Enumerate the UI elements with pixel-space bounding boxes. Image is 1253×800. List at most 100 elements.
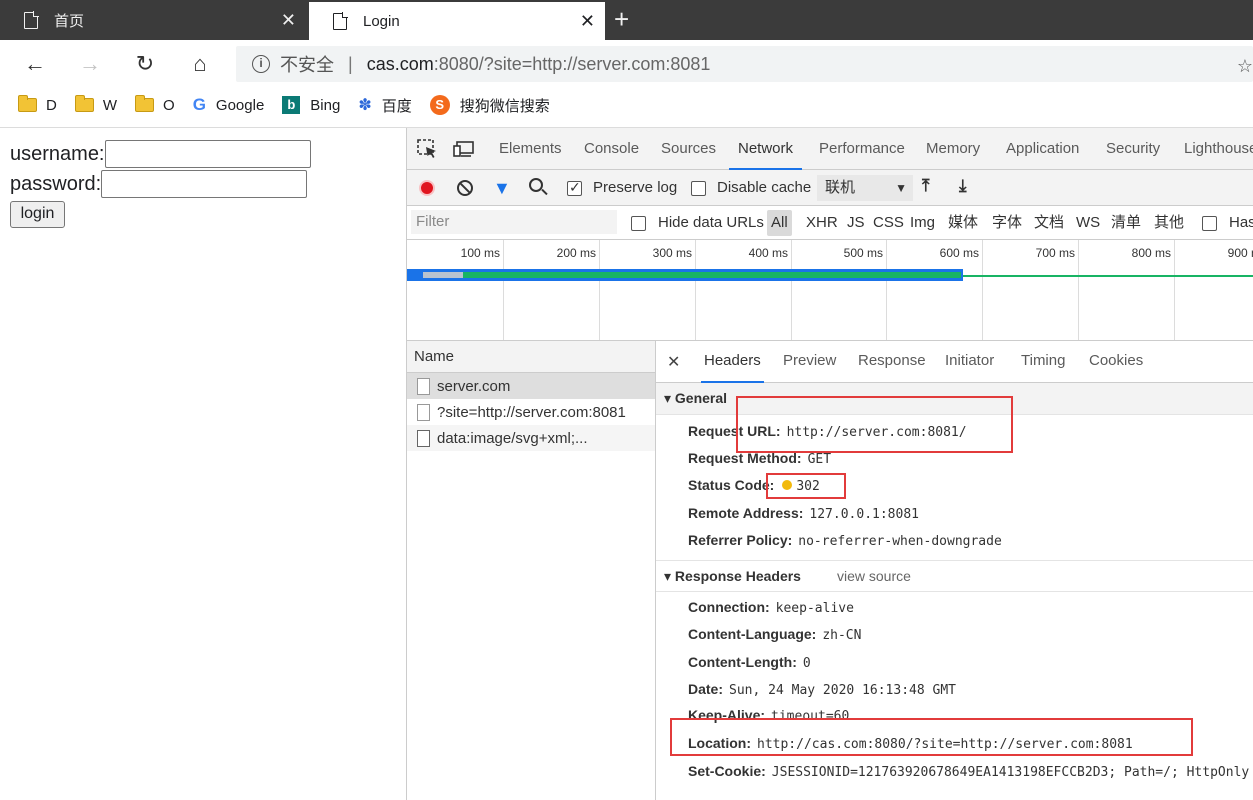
preserve-log-checkbox[interactable] — [567, 179, 582, 196]
bookmark-w[interactable]: W — [74, 95, 117, 114]
timeline-tick: 100 ms — [461, 240, 504, 340]
tab-performance[interactable]: Performance — [810, 128, 914, 170]
tab-elements[interactable]: Elements — [490, 128, 571, 170]
folder-icon — [18, 95, 37, 112]
tab-security[interactable]: Security — [1097, 128, 1169, 170]
document-icon — [417, 377, 430, 395]
filter-type-css[interactable]: CSS — [869, 210, 908, 236]
timeline-bar-waiting — [423, 272, 463, 278]
request-row[interactable]: ?site=http://server.com:8081 — [407, 399, 655, 425]
close-icon[interactable]: ✕ — [667, 352, 680, 372]
export-har-icon[interactable]: ⤓ — [959, 176, 967, 196]
address-separator: | — [348, 53, 353, 74]
tab-lighthouse[interactable]: Lighthouse — [1175, 128, 1253, 170]
tab-application[interactable]: Application — [997, 128, 1088, 170]
filter-type-doc[interactable]: 文档 — [1030, 210, 1068, 236]
filter-type-img[interactable]: Img — [906, 210, 939, 236]
throttling-select[interactable]: 联机 ▼ — [817, 175, 913, 201]
filter-type-js[interactable]: JS — [843, 210, 869, 236]
tab-console[interactable]: Console — [575, 128, 648, 170]
filter-type-other[interactable]: 其他 — [1150, 210, 1188, 236]
username-row: username: — [10, 140, 311, 168]
tab-headers[interactable]: Headers — [701, 341, 764, 383]
browser-tab-bar: 首页 ✕ Login ✕ + — [0, 0, 1253, 40]
hide-data-urls-checkbox[interactable] — [631, 216, 646, 231]
tab-preview[interactable]: Preview — [780, 341, 839, 383]
column-header-name[interactable]: Name — [407, 341, 655, 373]
tab-close-icon[interactable]: ✕ — [281, 11, 296, 29]
forward-arrow-icon[interactable]: → — [76, 50, 104, 78]
view-source-link[interactable]: view source — [837, 568, 911, 584]
browser-tab-home[interactable]: 首页 ✕ — [0, 0, 306, 40]
request-row[interactable]: data:image/svg+xml;... — [407, 425, 655, 451]
tab-memory[interactable]: Memory — [917, 128, 989, 170]
page-icon — [333, 12, 348, 30]
filter-type-manifest[interactable]: 清单 — [1107, 210, 1145, 236]
filter-type-all[interactable]: All — [767, 210, 792, 236]
header-content-length-row: Content-Length: 0 — [688, 654, 811, 671]
bookmark-o[interactable]: O — [135, 95, 175, 114]
reload-icon[interactable]: ↻ — [131, 50, 159, 78]
request-detail: ✕ Headers Preview Response Initiator Tim… — [656, 341, 1253, 800]
browser-tab-login[interactable]: Login ✕ — [309, 2, 605, 40]
security-label: 不安全 — [280, 55, 334, 75]
filter-input[interactable]: Filter — [411, 210, 617, 234]
request-name: server.com — [437, 377, 511, 395]
tab-cookies[interactable]: Cookies — [1086, 341, 1146, 383]
tab-initiator[interactable]: Initiator — [942, 341, 997, 383]
timeline-tick: 800 ms — [1132, 240, 1175, 340]
login-page: username: password: login — [0, 128, 406, 800]
google-icon: G — [192, 95, 206, 114]
bookmarks-bar: D W O G Google b Bing ✽ 百度 S 搜狗微信搜索 — [0, 88, 1253, 122]
bookmark-bing[interactable]: b Bing — [282, 96, 340, 114]
filter-type-font[interactable]: 字体 — [988, 210, 1026, 236]
login-button[interactable]: login — [10, 201, 65, 228]
address-bar[interactable]: i 不安全 | cas.com:8080/?site=http://server… — [236, 46, 1253, 82]
network-controls: ▼ Preserve log Disable cache 联机 ▼ ⤒ ⤓ — [407, 170, 1253, 206]
password-row: password: — [10, 170, 308, 198]
tab-timing[interactable]: Timing — [1018, 341, 1068, 383]
filter-type-xhr[interactable]: XHR — [802, 210, 842, 236]
bookmark-d[interactable]: D — [18, 95, 57, 114]
tab-sources[interactable]: Sources — [652, 128, 725, 170]
star-icon[interactable]: ☆ — [1237, 56, 1253, 77]
import-har-icon[interactable]: ⤒ — [922, 176, 930, 196]
filter-icon[interactable]: ▼ — [493, 178, 511, 199]
devtools-tab-bar: Elements Console Sources Network Perform… — [407, 128, 1253, 170]
password-input[interactable] — [101, 170, 308, 198]
info-icon[interactable]: i — [252, 55, 270, 73]
timeline-tick: 700 ms — [1036, 240, 1079, 340]
header-content-language-row: Content-Language: zh-CN — [688, 626, 862, 643]
hide-data-urls-label: Hide data URLs — [658, 214, 764, 231]
address-url[interactable]: cas.com:8080/?site=http://server.com:808… — [367, 54, 711, 75]
home-icon[interactable]: ⌂ — [186, 50, 214, 78]
network-overview: 100 ms 200 ms 300 ms 400 ms 500 ms 600 m… — [407, 240, 1253, 341]
new-tab-button[interactable]: + — [614, 6, 629, 32]
tab-network[interactable]: Network — [729, 128, 803, 170]
back-arrow-icon[interactable]: ← — [21, 50, 49, 78]
caret-down-icon: ▼ — [895, 181, 907, 195]
bookmark-baidu[interactable]: ✽ 百度 — [358, 95, 411, 116]
request-row[interactable]: server.com — [407, 373, 655, 399]
bookmark-sogou[interactable]: S 搜狗微信搜索 — [429, 95, 550, 116]
referrer-policy-row: Referrer Policy: no-referrer-when-downgra… — [688, 532, 1002, 549]
tab-close-icon[interactable]: ✕ — [580, 12, 595, 30]
bookmark-google[interactable]: G Google — [193, 95, 265, 115]
filter-type-ws[interactable]: WS — [1072, 210, 1104, 236]
disable-cache-checkbox[interactable] — [691, 181, 706, 196]
search-icon[interactable] — [529, 178, 543, 192]
device-toolbar-icon[interactable] — [453, 139, 475, 159]
folder-icon — [135, 95, 155, 112]
filter-type-media[interactable]: 媒体 — [944, 210, 982, 236]
record-icon[interactable] — [419, 180, 435, 196]
document-icon — [417, 403, 430, 421]
username-input[interactable] — [104, 140, 311, 168]
clear-icon[interactable] — [457, 180, 473, 196]
browser-toolbar: ← → ↻ ⌂ i 不安全 | cas.com:8080/?site=http:… — [0, 40, 1253, 88]
has-blocked-checkbox[interactable] — [1202, 216, 1217, 231]
inspect-element-icon[interactable] — [417, 139, 439, 159]
tab-response[interactable]: Response — [855, 341, 929, 383]
response-headers-section-header[interactable]: ▾ Response Headers view source — [656, 560, 1253, 592]
username-label: username: — [10, 142, 105, 165]
disable-cache-label: Disable cache — [717, 179, 812, 196]
